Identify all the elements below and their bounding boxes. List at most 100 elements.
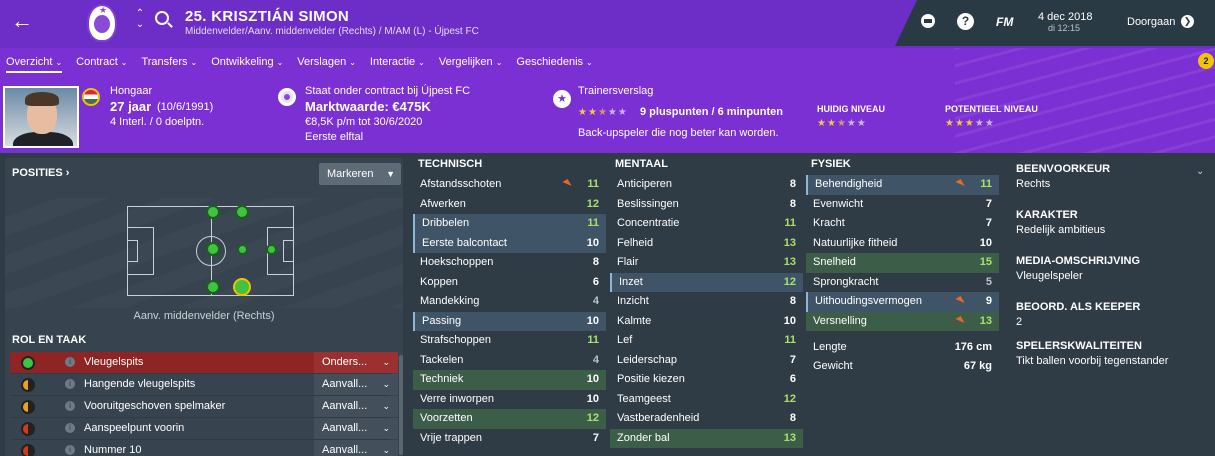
scout-report-title[interactable]: Trainersverslag [578,85,653,97]
attribute-row[interactable]: Passing 10 [413,311,606,331]
nationality-flag-icon[interactable] [82,88,100,106]
tab-geschiedenis[interactable]: Geschiedenis ⌄ [510,48,598,76]
tab-interactie[interactable]: Interactie ⌄ [364,48,431,76]
fm-menu-button[interactable]: FM [996,15,1013,29]
info-icon[interactable]: i [65,423,75,433]
position-dot-ml[interactable] [206,205,220,219]
role-suitability-icon [21,378,35,392]
attribute-row[interactable]: Eerste balcontact 10 [413,233,606,253]
chevron-down-icon: ⌄ [120,58,128,67]
attribute-row[interactable]: Afstandsschoten 11 [413,175,606,195]
attribute-row[interactable]: Concentratie 11 [610,214,803,234]
attribute-row[interactable]: Vastberadenheid 8 [610,409,803,429]
media-description-section: MEDIA-OMSCHRIJVING Vleugelspeler [1016,255,1140,282]
attribute-row[interactable]: Positie kiezen 6 [610,370,803,390]
role-name: Nummer 10 [84,444,142,456]
position-dot-mc[interactable] [206,242,220,256]
club-icon[interactable] [278,88,296,106]
preferred-foot-section: BEENVOORKEUR Rechts [1016,163,1110,190]
attribute-row[interactable]: Inzet 12 [610,272,803,292]
role-row[interactable]: i Vleugelspits Onders... ⌄ [10,352,398,374]
help-icon[interactable]: ? [957,13,974,30]
tab-contract[interactable]: Contract ⌄ [70,48,133,76]
attribute-row[interactable]: Hoekschoppen 8 [413,253,606,273]
role-row[interactable]: i Nummer 10 Aanvall... ⌄ [10,440,398,456]
back-arrow-icon[interactable]: ← [10,10,34,34]
club-crest-icon[interactable]: ★ [87,4,117,42]
attribute-row[interactable]: Teamgeest 12 [610,390,803,410]
potential-level-label: POTENTIEEL NIVEAU [945,104,1038,114]
attribute-row[interactable]: Kracht 7 [806,214,999,234]
attribute-row[interactable]: Flair 13 [610,253,803,273]
role-row[interactable]: i Aanspeelpunt voorin Aanvall... ⌄ [10,418,398,440]
continue-arrow-icon[interactable]: ❯ [1181,15,1194,28]
info-icon[interactable]: i [65,445,75,455]
attribute-row[interactable]: Snelheid 15 [806,253,999,273]
report-star-icon[interactable]: ★ [553,90,571,108]
attribute-row[interactable]: Zonder bal 13 [610,428,803,448]
tab-verslagen[interactable]: Verslagen ⌄ [291,48,362,76]
player-navigation[interactable]: ⌃ ⌄ [134,8,146,30]
roles-scrollbar[interactable] [399,355,403,455]
attribute-row[interactable]: Leiderschap 7 [610,351,803,371]
attribute-row[interactable]: Behendigheid 11 [806,175,999,195]
positions-title[interactable]: POSITIES › [12,167,69,179]
previous-player-icon[interactable]: ⌃ [134,8,146,19]
attribute-value: 5 [985,275,992,288]
info-icon[interactable]: i [65,401,75,411]
attribute-row[interactable]: Koppen 6 [413,273,606,293]
info-icon[interactable]: i [65,379,75,389]
attribute-row[interactable]: Voorzetten 12 [413,409,606,429]
club-badge-icon[interactable] [921,14,935,28]
duty-dropdown[interactable]: Aanvall... ⌄ [314,418,398,439]
duty-dropdown[interactable]: Aanvall... ⌄ [314,374,398,395]
attribute-row[interactable]: Evenwicht 7 [806,195,999,215]
training-focus-icon [562,179,572,189]
tab-ontwikkeling[interactable]: Ontwikkeling ⌄ [205,48,289,76]
nationality[interactable]: Hongaar [110,85,152,97]
chevron-down-icon[interactable]: ⌄ [1196,166,1204,177]
attribute-row[interactable]: Anticiperen 8 [610,175,803,195]
duty-dropdown[interactable]: Aanvall... ⌄ [314,396,398,417]
attribute-row[interactable]: Beslissingen 8 [610,195,803,215]
chevron-down-icon: ⌄ [586,58,593,67]
attribute-row[interactable]: Versnelling 13 [806,311,999,331]
attribute-row[interactable]: Inzicht 8 [610,292,803,312]
attribute-row[interactable]: Tackelen 4 [413,351,606,371]
attribute-row[interactable]: Dribbelen 11 [413,214,606,234]
attribute-row[interactable]: Vrije trappen 7 [413,429,606,449]
continue-button[interactable]: Doorgaan [1127,16,1175,28]
attribute-row[interactable]: Felheid 13 [610,234,803,254]
search-icon[interactable] [155,11,169,25]
attribute-row[interactable]: Uithoudingsvermogen 9 [806,292,999,312]
attribute-row[interactable]: Verre inworpen 10 [413,390,606,410]
attribute-row[interactable]: Sprongkracht 5 [806,273,999,293]
attribute-row[interactable]: Natuurlijke fitheid 10 [806,234,999,254]
notification-badge[interactable]: 2 [1198,53,1214,69]
position-dot-amr[interactable] [233,278,251,296]
role-row[interactable]: i Vooruitgeschoven spelmaker Aanvall... ⌄ [10,396,398,418]
next-player-icon[interactable]: ⌄ [134,19,146,30]
role-row[interactable]: i Hangende vleugelspits Aanvall... ⌄ [10,374,398,396]
attribute-row[interactable]: Strafschoppen 11 [413,331,606,351]
attribute-row[interactable]: Kalmte 10 [610,312,803,332]
duty-dropdown[interactable]: Aanvall... ⌄ [314,440,398,456]
duty-dropdown[interactable]: Onders... ⌄ [314,352,398,373]
tab-overzicht[interactable]: Overzicht ⌄ [0,48,68,76]
attribute-row[interactable]: Lef 11 [610,331,803,351]
contract-status[interactable]: Staat onder contract bij Újpest FC [305,85,470,97]
position-dot-st[interactable] [266,244,277,255]
attribute-row[interactable]: Mandekking 4 [413,292,606,312]
mark-button[interactable]: Markeren ▼ [319,163,401,185]
attribute-row[interactable]: Techniek 10 [413,370,606,390]
tab-transfers[interactable]: Transfers ⌄ [135,48,203,76]
tab-label: Overzicht [6,56,53,68]
attribute-row[interactable]: Afwerken 12 [413,195,606,215]
attribute-name: Koppen [420,275,458,288]
position-dot-aml[interactable] [235,205,249,219]
position-dot-mr[interactable] [206,280,220,294]
position-dot-amc[interactable] [237,244,248,255]
info-icon[interactable]: i [65,357,75,367]
weight-value: 67 kg [963,360,992,372]
tab-vergelijken[interactable]: Vergelijken ⌄ [433,48,509,76]
